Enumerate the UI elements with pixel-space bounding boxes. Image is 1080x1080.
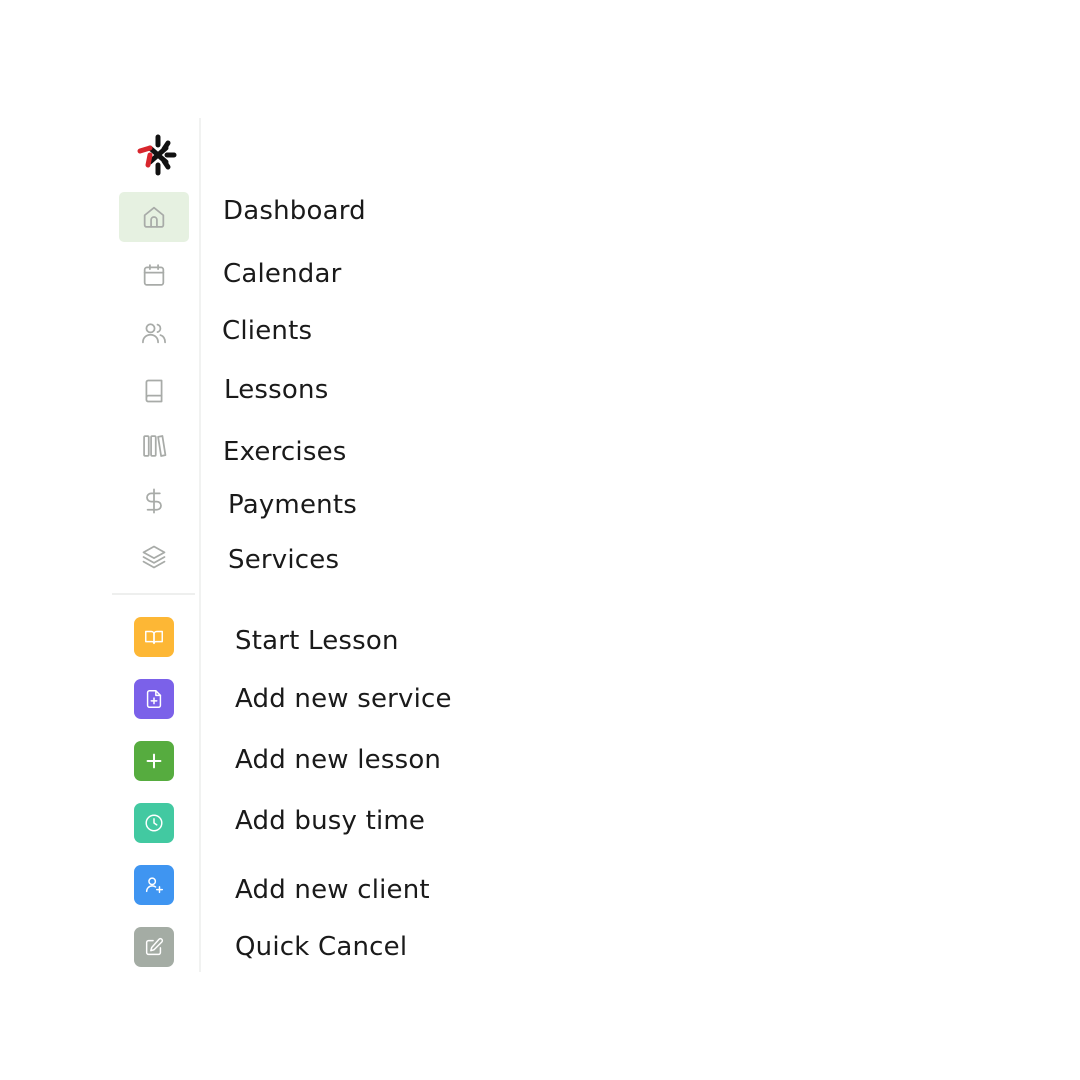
- add-busy-time-button[interactable]: [134, 803, 174, 843]
- add-new-client-button[interactable]: [134, 865, 174, 905]
- sidebar-item-payments[interactable]: [119, 476, 189, 526]
- add-new-lesson-label[interactable]: Add new lesson: [235, 747, 441, 773]
- plus-icon: [146, 753, 162, 769]
- sidebar-item-clients-label[interactable]: Clients: [222, 318, 312, 344]
- sidebar-item-payments-label[interactable]: Payments: [228, 492, 357, 518]
- add-busy-time-label[interactable]: Add busy time: [235, 808, 425, 834]
- start-lesson-button[interactable]: [134, 617, 174, 657]
- home-icon: [143, 206, 165, 228]
- layers-icon: [142, 545, 166, 569]
- user-plus-icon: [145, 877, 163, 894]
- add-new-service-label[interactable]: Add new service: [235, 686, 452, 712]
- quick-cancel-label[interactable]: Quick Cancel: [235, 934, 407, 960]
- brand-logo-icon[interactable]: [134, 131, 182, 179]
- sidebar-item-calendar-label[interactable]: Calendar: [223, 261, 342, 287]
- quick-cancel-button[interactable]: [134, 927, 174, 967]
- dollar-icon: [146, 488, 162, 514]
- sidebar-item-lessons-label[interactable]: Lessons: [224, 377, 328, 403]
- sidebar-item-services-label[interactable]: Services: [228, 547, 339, 573]
- calendar-icon: [143, 264, 165, 286]
- add-new-lesson-button[interactable]: [134, 741, 174, 781]
- file-plus-icon: [146, 690, 162, 708]
- book-icon: [145, 379, 163, 403]
- sidebar-item-clients[interactable]: [119, 308, 189, 358]
- open-book-icon: [145, 630, 163, 645]
- users-icon: [142, 323, 166, 344]
- sidebar-item-exercises-label[interactable]: Exercises: [223, 439, 347, 465]
- edit-icon: [145, 937, 164, 956]
- library-icon: [143, 435, 167, 457]
- sidebar-item-dashboard-label[interactable]: Dashboard: [223, 198, 366, 224]
- add-new-client-label[interactable]: Add new client: [235, 877, 430, 903]
- start-lesson-label[interactable]: Start Lesson: [235, 628, 399, 654]
- add-new-service-button[interactable]: [134, 679, 174, 719]
- sidebar-section-divider: [112, 593, 195, 595]
- sidebar-item-dashboard[interactable]: [119, 192, 189, 242]
- sidebar-item-lessons[interactable]: [119, 366, 189, 416]
- sidebar-rail-divider: [199, 118, 201, 972]
- sidebar-item-calendar[interactable]: [119, 250, 189, 300]
- sidebar-item-exercises[interactable]: [119, 421, 189, 471]
- sidebar-item-services[interactable]: [119, 532, 189, 582]
- clock-icon: [145, 814, 163, 832]
